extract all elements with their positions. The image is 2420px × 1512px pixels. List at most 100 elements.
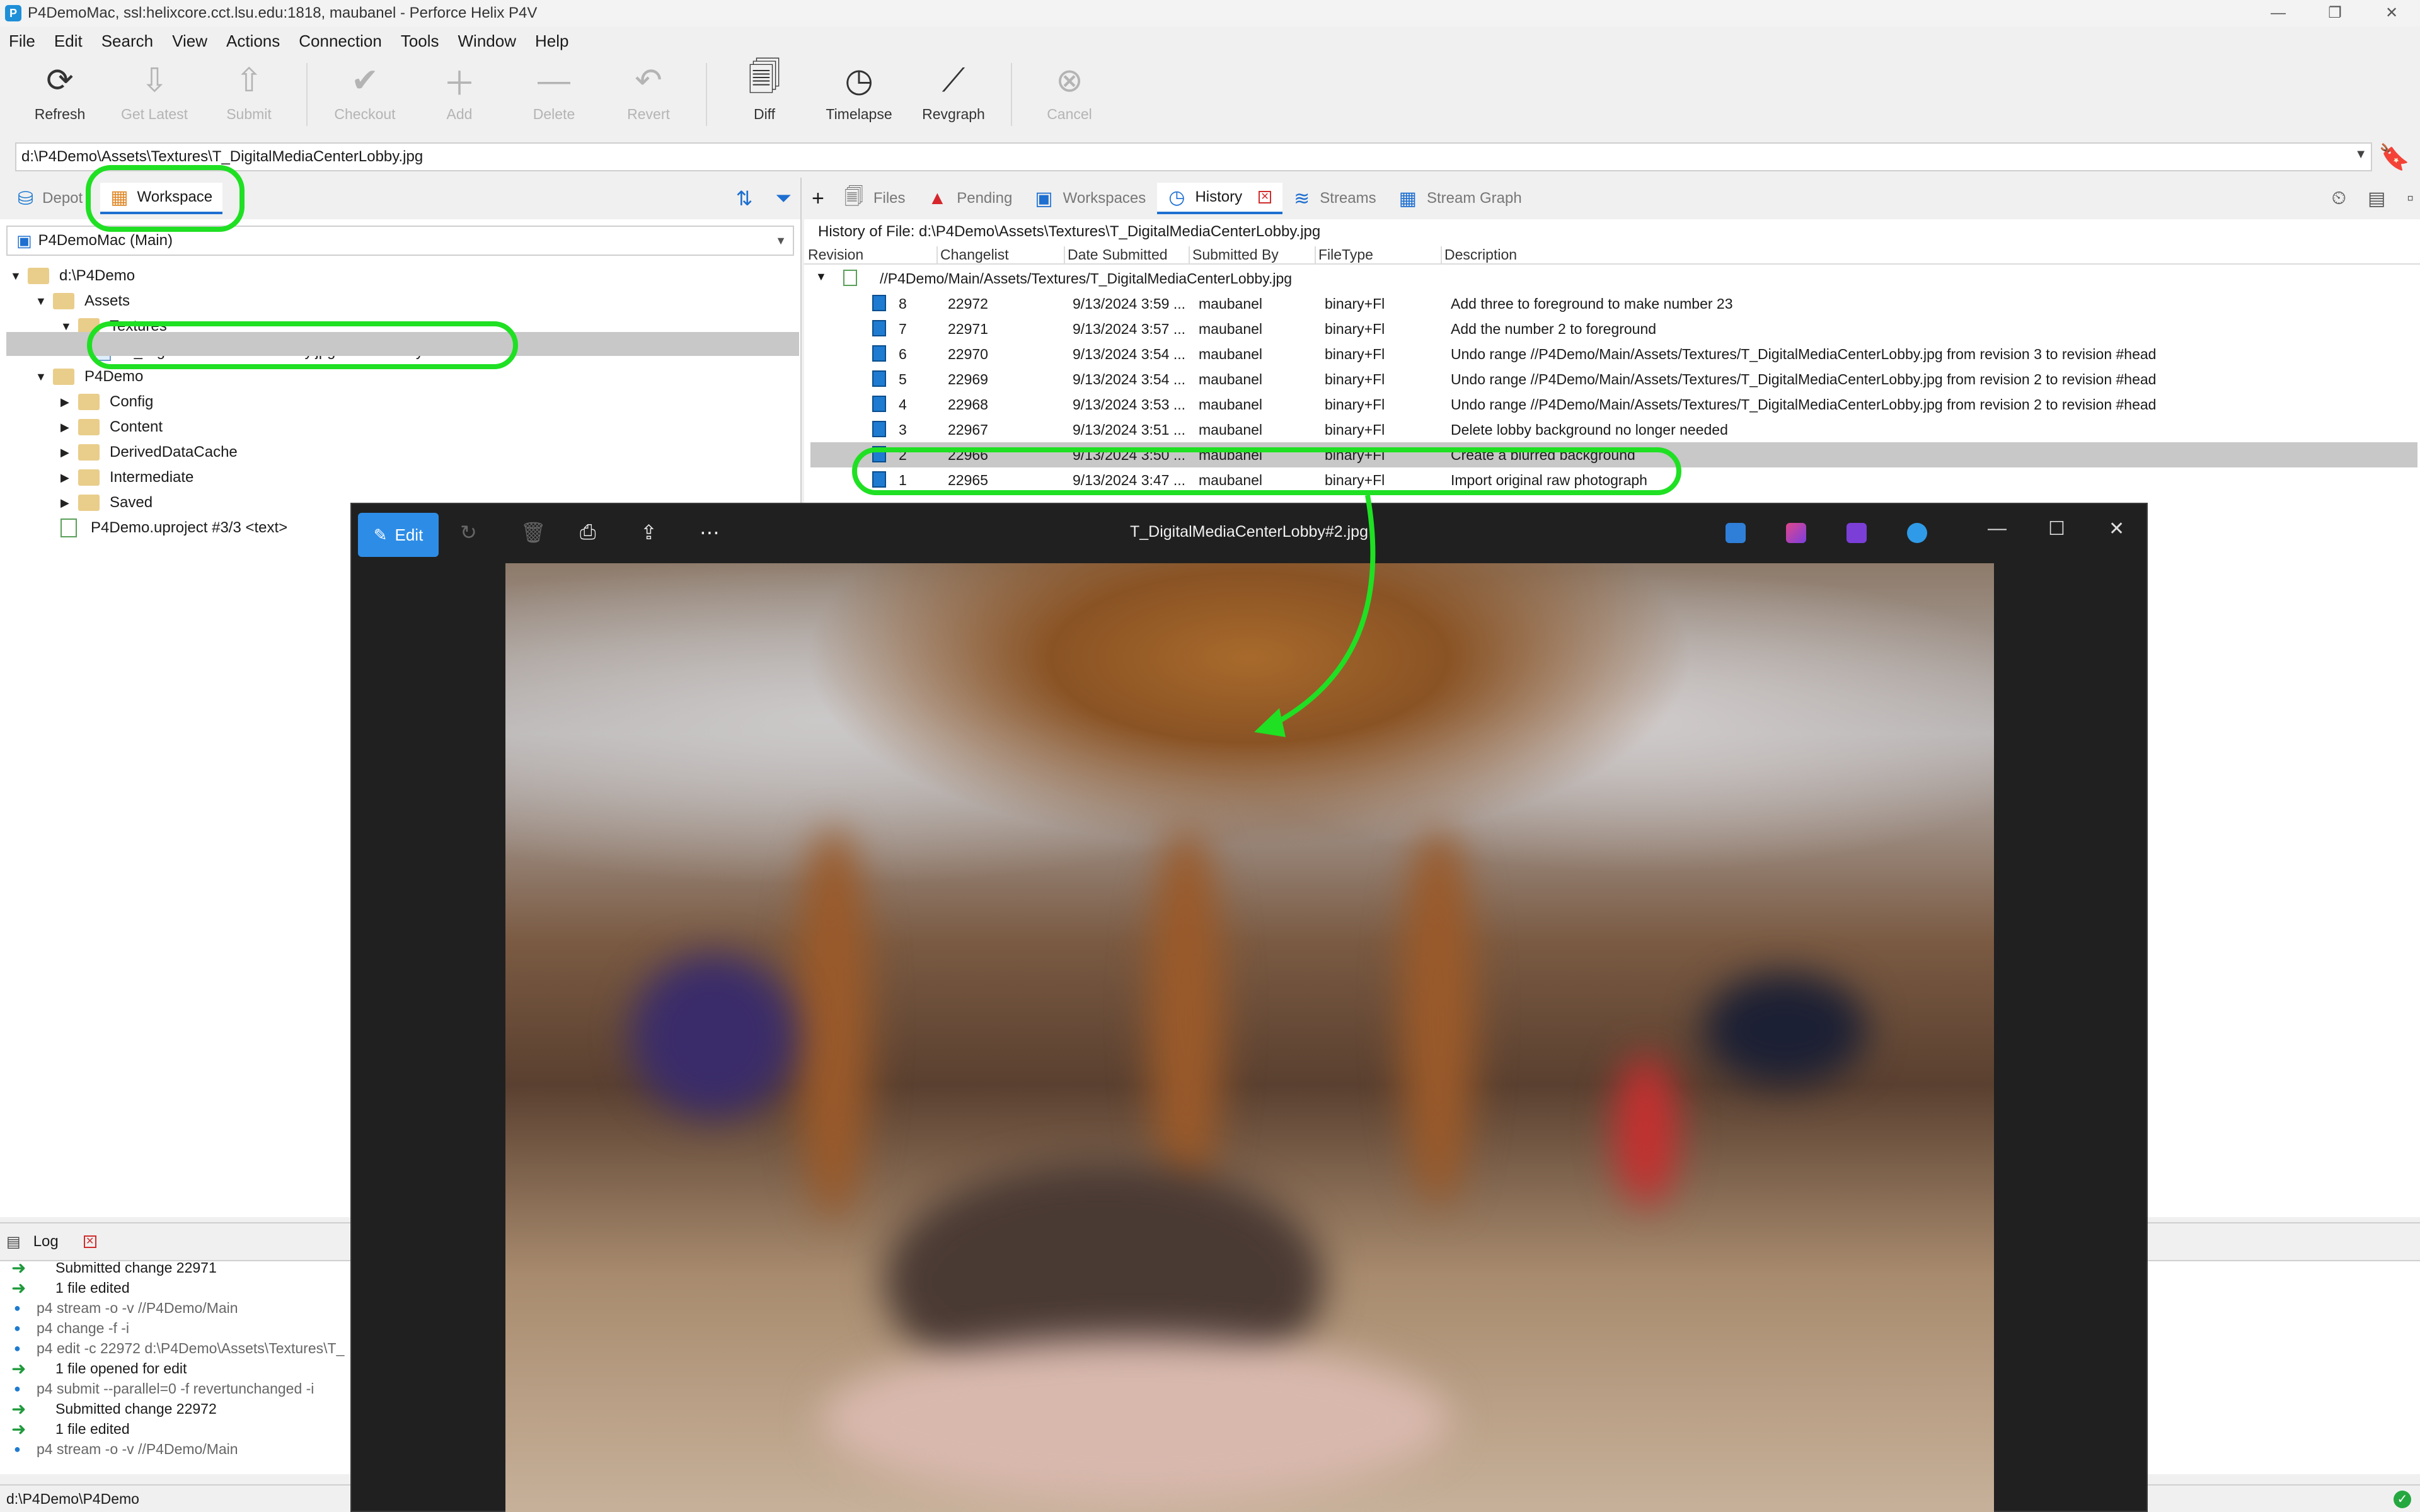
tab-depot[interactable]: ⛁ Depot [8, 183, 93, 214]
cancel-icon: ⊗ [1056, 62, 1083, 99]
tree-item-label: Assets [84, 292, 130, 309]
tree-folder-row[interactable]: ▶ DerivedDataCache [60, 440, 238, 465]
chevron-right-icon[interactable]: ▶ [60, 396, 78, 409]
tree-folder-row[interactable]: ▼ d:\P4Demo [10, 263, 135, 289]
filter-icon[interactable]: ⏷ [775, 186, 792, 210]
file-icon [60, 518, 77, 537]
tab-stream-graph[interactable]: ▦ Stream Graph [1388, 183, 1533, 214]
menu-actions[interactable]: Actions [226, 32, 280, 51]
chevron-down-icon[interactable]: ▼ [10, 270, 28, 283]
close-icon[interactable]: ✕ [2109, 518, 2124, 540]
restore-icon[interactable]: ❐ [2307, 0, 2363, 26]
menu-file[interactable]: File [9, 32, 35, 51]
panel-tools: ⏲ ▤ ▫ [2332, 188, 2414, 210]
timelapse-button[interactable]: ◷ Timelapse [812, 55, 906, 131]
chevron-right-icon[interactable]: ▶ [60, 446, 78, 459]
tab-pending[interactable]: ▲ Pending [917, 183, 1024, 214]
folder-icon [78, 419, 100, 435]
history-cell-cl: 22970 [948, 346, 988, 362]
chevron-down-icon[interactable]: ▼ [60, 320, 78, 333]
log-line: ● p4 stream -o -v //P4Demo/Main [11, 1439, 238, 1459]
menu-connection[interactable]: Connection [299, 32, 382, 51]
close-tab-icon[interactable]: ✕ [83, 1235, 96, 1248]
chevron-down-icon[interactable]: ▼ [35, 295, 53, 308]
tree-folder-row[interactable]: ▶ Saved [60, 490, 153, 515]
diff-label: Diff [753, 106, 776, 122]
col-submitted-by[interactable]: Submitted By [1189, 246, 1279, 263]
maximize-icon[interactable]: ☐ [2048, 518, 2065, 540]
revert-button[interactable]: ↶ Revert [601, 55, 696, 131]
col-date-submitted[interactable]: Date Submitted [1064, 246, 1168, 263]
chevron-right-icon[interactable]: ▶ [60, 471, 78, 484]
cancel-label: Cancel [1047, 106, 1092, 122]
chevron-down-icon[interactable]: ▼ [35, 370, 53, 384]
history-icon: ◷ [1168, 186, 1185, 208]
menu-tools[interactable]: Tools [401, 32, 439, 51]
history-row[interactable]: 8 22972 9/13/2024 3:59 ... maubanel binary+F… [810, 291, 2417, 316]
tab-history[interactable]: ◷ History ✕ [1157, 183, 1283, 214]
add-button[interactable]: ＋ Add [412, 55, 507, 131]
tree-folder-row[interactable]: ▶ Content [60, 415, 163, 440]
revert-label: Revert [627, 106, 670, 122]
tab-workspaces[interactable]: ▣ Workspaces [1023, 183, 1157, 214]
chevron-down-icon[interactable]: ▼ [775, 234, 786, 248]
minimize-icon[interactable]: — [2250, 0, 2307, 26]
close-tab-icon[interactable]: ✕ [1259, 191, 1272, 203]
history-options-icon[interactable]: ⏲ [2332, 188, 2346, 210]
minimize-icon[interactable]: — [1988, 518, 2007, 539]
window-controls: — ❐ ✕ [2250, 0, 2420, 26]
diff-button[interactable]: 🗐 Diff [717, 55, 812, 131]
col-description[interactable]: Description [1441, 246, 1517, 263]
history-row[interactable]: 7 22971 9/13/2024 3:57 ... maubanel binary+F… [810, 316, 2417, 341]
tab-streams[interactable]: ≋ Streams [1282, 183, 1388, 214]
layout-icon[interactable]: ▤ [2368, 188, 2385, 210]
menu-help[interactable]: Help [535, 32, 568, 51]
menu-window[interactable]: Window [458, 32, 516, 51]
depot-path-row[interactable]: ▼ //P4Demo/Main/Assets/Textures/T_Digita… [810, 266, 2417, 291]
add-tab-icon[interactable]: + [812, 186, 824, 211]
history-cell-date: 9/13/2024 3:59 ... [1073, 295, 1186, 312]
chevron-right-icon[interactable]: ▶ [60, 496, 78, 510]
chevron-down-icon[interactable]: ▼ [815, 270, 827, 284]
chevron-right-icon[interactable]: ▶ [60, 421, 78, 434]
history-row[interactable]: 3 22967 9/13/2024 3:51 ... maubanel binary+F… [810, 417, 2417, 442]
col-filetype[interactable]: FileType [1315, 246, 1373, 263]
checkout-button[interactable]: ✔ Checkout [318, 55, 412, 131]
video-editor-icon[interactable] [1847, 523, 1867, 543]
tree-item-label: Content [110, 418, 163, 435]
revision-file-icon [872, 370, 886, 387]
close-icon[interactable]: ✕ [2363, 0, 2420, 26]
chevron-down-icon[interactable]: ▼ [2354, 147, 2367, 162]
submit-button[interactable]: ⇧ Submit [202, 55, 296, 131]
tree-folder-row[interactable]: ▶ Intermediate [60, 465, 193, 490]
col-revision[interactable]: Revision [805, 246, 863, 263]
col-changelist[interactable]: Changelist [936, 246, 1009, 263]
clipchamp-icon[interactable] [1786, 523, 1806, 543]
history-row[interactable]: 4 22968 9/13/2024 3:53 ... maubanel binary+F… [810, 392, 2417, 417]
onedrive-icon[interactable] [1907, 523, 1927, 543]
designer-app-icon[interactable] [1726, 523, 1746, 543]
menu-search[interactable]: Search [101, 32, 153, 51]
get-latest-button[interactable]: ⇩ Get Latest [107, 55, 202, 131]
path-input[interactable]: d:\P4Demo\Assets\Textures\T_DigitalMedia… [15, 142, 2372, 171]
tab-files[interactable]: 🗐 Files [833, 183, 917, 214]
delete-button[interactable]: — Delete [507, 55, 601, 131]
sort-icon[interactable]: ⇅ [736, 186, 753, 210]
tree-folder-row[interactable]: ▶ Config [60, 389, 153, 415]
tree-file-row[interactable]: P4Demo.uproject #3/3 <text> [60, 515, 287, 541]
history-row[interactable]: 5 22969 9/13/2024 3:54 ... maubanel binary+F… [810, 367, 2417, 392]
history-row[interactable]: 6 22970 9/13/2024 3:54 ... maubanel binary+F… [810, 341, 2417, 367]
bookmark-icon[interactable]: 🔖 [2378, 144, 2410, 171]
history-cell-type: binary+Fl [1325, 295, 1385, 312]
get-latest-label: Get Latest [120, 106, 188, 122]
history-cell-desc: Add the number 2 to foreground [1451, 321, 1657, 337]
menu-view[interactable]: View [172, 32, 207, 51]
tree-folder-row[interactable]: ▼ Assets [35, 289, 130, 314]
workspace-select-value: P4DemoMac (Main) [38, 232, 173, 249]
undock-icon[interactable]: ▫ [2407, 188, 2414, 210]
cancel-button[interactable]: ⊗ Cancel [1022, 55, 1117, 131]
refresh-button[interactable]: ⟳ Refresh [13, 55, 107, 131]
revgraph-button[interactable]: ⟋ Revgraph [906, 55, 1001, 131]
menu-edit[interactable]: Edit [54, 32, 83, 51]
p4v-app-icon: P [5, 5, 21, 21]
